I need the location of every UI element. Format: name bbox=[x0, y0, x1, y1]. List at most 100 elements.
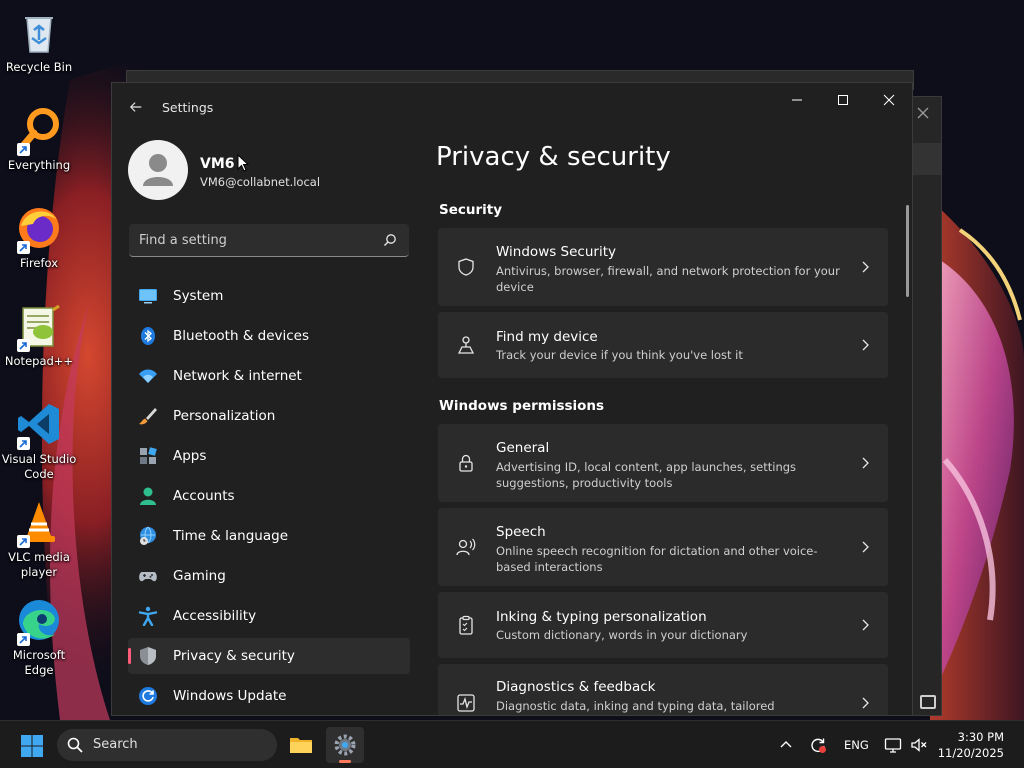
desktop-icon-label: Recycle Bin bbox=[5, 60, 73, 74]
card-description: Online speech recognition for dictation … bbox=[496, 544, 818, 574]
chevron-right-icon bbox=[860, 541, 870, 553]
desktop-icon-notepad-plus-plus[interactable]: Notepad++ bbox=[0, 302, 78, 369]
avatar[interactable] bbox=[128, 140, 188, 200]
update-icon bbox=[138, 686, 158, 706]
card-general[interactable]: General Advertising ID, local content, a… bbox=[438, 424, 888, 502]
sidebar-item-label: Bluetooth & devices bbox=[173, 328, 310, 344]
back-button[interactable] bbox=[124, 95, 148, 119]
desktop-icon-vscode[interactable]: Visual Studio Code bbox=[0, 400, 78, 482]
content-scrollbar[interactable] bbox=[906, 205, 909, 297]
desktop-icon-label: VLC media player bbox=[8, 550, 70, 579]
person-icon bbox=[138, 486, 158, 506]
desktop-icon-label: Firefox bbox=[19, 256, 59, 270]
shortcut-arrow-icon bbox=[17, 339, 30, 352]
lock-icon bbox=[456, 453, 476, 473]
window-icon[interactable] bbox=[920, 695, 936, 709]
sidebar-item-label: Privacy & security bbox=[173, 648, 295, 664]
accessibility-icon bbox=[138, 606, 158, 626]
sidebar-nav: System Bluetooth & devices Network & int… bbox=[128, 278, 410, 715]
sidebar-item-privacy-security[interactable]: Privacy & security bbox=[128, 638, 410, 674]
desktop-icon-vlc[interactable]: VLC media player bbox=[0, 498, 78, 580]
title-bar[interactable]: Settings bbox=[112, 83, 912, 131]
gear-icon bbox=[334, 734, 356, 756]
chevron-right-icon bbox=[860, 339, 870, 351]
card-title: Windows Security bbox=[496, 244, 616, 260]
sidebar-item-label: Accessibility bbox=[173, 608, 257, 624]
sync-alert-icon[interactable] bbox=[809, 736, 827, 754]
card-title: Inking & typing personalization bbox=[496, 609, 707, 625]
card-title: Diagnostics & feedback bbox=[496, 679, 656, 695]
minimize-button[interactable] bbox=[774, 83, 820, 117]
shortcut-arrow-icon bbox=[17, 633, 30, 646]
sidebar-item-time-language[interactable]: Time & language bbox=[128, 518, 410, 554]
chevron-up-icon[interactable] bbox=[777, 736, 795, 754]
sidebar-item-network[interactable]: Network & internet bbox=[128, 358, 410, 394]
taskbar-file-explorer[interactable] bbox=[282, 727, 320, 763]
card-diagnostics-feedback[interactable]: Diagnostics & feedback Diagnostic data, … bbox=[438, 664, 888, 715]
sidebar-item-accessibility[interactable]: Accessibility bbox=[128, 598, 410, 634]
desktop-icon-everything[interactable]: Everything bbox=[0, 106, 78, 173]
speaker-muted-icon[interactable] bbox=[910, 736, 928, 754]
background-search-field[interactable] bbox=[913, 143, 941, 175]
card-description: Diagnostic data, inking and typing data,… bbox=[496, 699, 775, 713]
shortcut-arrow-icon bbox=[17, 535, 30, 548]
user-name: VM6 bbox=[200, 156, 235, 172]
card-description: Advertising ID, local content, app launc… bbox=[496, 460, 797, 490]
sidebar-item-accounts[interactable]: Accounts bbox=[128, 478, 410, 514]
page-title: Privacy & security bbox=[436, 142, 671, 172]
maximize-button[interactable] bbox=[820, 83, 866, 117]
display-icon[interactable] bbox=[884, 736, 902, 754]
user-avatar-icon bbox=[143, 154, 173, 186]
user-email: VM6@collabnet.local bbox=[200, 175, 321, 189]
taskbar-settings[interactable] bbox=[326, 727, 364, 763]
card-description: Antivirus, browser, firewall, and networ… bbox=[496, 264, 840, 294]
clock-time: 3:30 PM bbox=[957, 730, 1004, 744]
sidebar-item-bluetooth[interactable]: Bluetooth & devices bbox=[128, 318, 410, 354]
search-input[interactable] bbox=[139, 230, 369, 250]
sidebar-item-gaming[interactable]: Gaming bbox=[128, 558, 410, 594]
desktop-icon-edge[interactable]: Microsoft Edge bbox=[0, 596, 78, 678]
arrow-left-icon bbox=[129, 102, 142, 112]
card-title: General bbox=[496, 440, 550, 456]
close-button[interactable] bbox=[866, 83, 912, 117]
sidebar-item-label: Accounts bbox=[173, 488, 235, 504]
card-windows-security[interactable]: Windows Security Antivirus, browser, fir… bbox=[438, 228, 888, 306]
brush-icon bbox=[138, 406, 158, 426]
desktop-icon-recycle-bin[interactable]: Recycle Bin bbox=[0, 8, 78, 75]
section-title-windows-permissions: Windows permissions bbox=[439, 398, 605, 414]
desktop-icon-firefox[interactable]: Firefox bbox=[0, 204, 78, 271]
close-icon bbox=[883, 94, 895, 106]
card-inking-typing[interactable]: Inking & typing personalization Custom d… bbox=[438, 592, 888, 658]
background-window[interactable] bbox=[912, 96, 942, 716]
sidebar-item-personalization[interactable]: Personalization bbox=[128, 398, 410, 434]
search-icon[interactable] bbox=[383, 233, 397, 247]
card-title: Speech bbox=[496, 524, 546, 540]
language-indicator[interactable]: ENG bbox=[844, 738, 869, 752]
card-find-my-device[interactable]: Find my device Track your device if you … bbox=[438, 312, 888, 378]
chevron-right-icon bbox=[860, 261, 870, 273]
sidebar-item-label: Windows Update bbox=[173, 688, 287, 704]
find-device-icon bbox=[456, 335, 476, 355]
sidebar-item-label: Personalization bbox=[173, 408, 276, 424]
start-button[interactable] bbox=[20, 734, 44, 758]
card-speech[interactable]: Speech Online speech recognition for dic… bbox=[438, 508, 888, 586]
taskbar-search[interactable]: Search bbox=[57, 729, 277, 761]
clock[interactable]: 3:30 PM 11/20/2025 bbox=[938, 729, 1004, 761]
vscode-icon bbox=[15, 400, 63, 450]
card-title: Find my device bbox=[496, 329, 598, 345]
sidebar-item-label: Gaming bbox=[173, 568, 226, 584]
shield-icon bbox=[138, 646, 158, 666]
sidebar-item-label: Network & internet bbox=[173, 368, 302, 384]
sidebar-item-apps[interactable]: Apps bbox=[128, 438, 410, 474]
desktop-icon-label: Visual Studio Code bbox=[1, 452, 77, 481]
find-setting-search[interactable] bbox=[129, 224, 409, 257]
card-description: Track your device if you think you've lo… bbox=[496, 348, 743, 362]
sidebar-item-system[interactable]: System bbox=[128, 278, 410, 314]
firefox-icon bbox=[15, 204, 63, 254]
taskbar-search-label: Search bbox=[93, 737, 138, 752]
recycle-bin-icon bbox=[15, 8, 63, 56]
sidebar-item-windows-update[interactable]: Windows Update bbox=[128, 678, 410, 714]
running-indicator bbox=[339, 760, 351, 763]
taskbar: Search ENG 3:30 PM 11/20/2025 bbox=[0, 720, 1024, 768]
close-icon[interactable] bbox=[915, 105, 931, 121]
